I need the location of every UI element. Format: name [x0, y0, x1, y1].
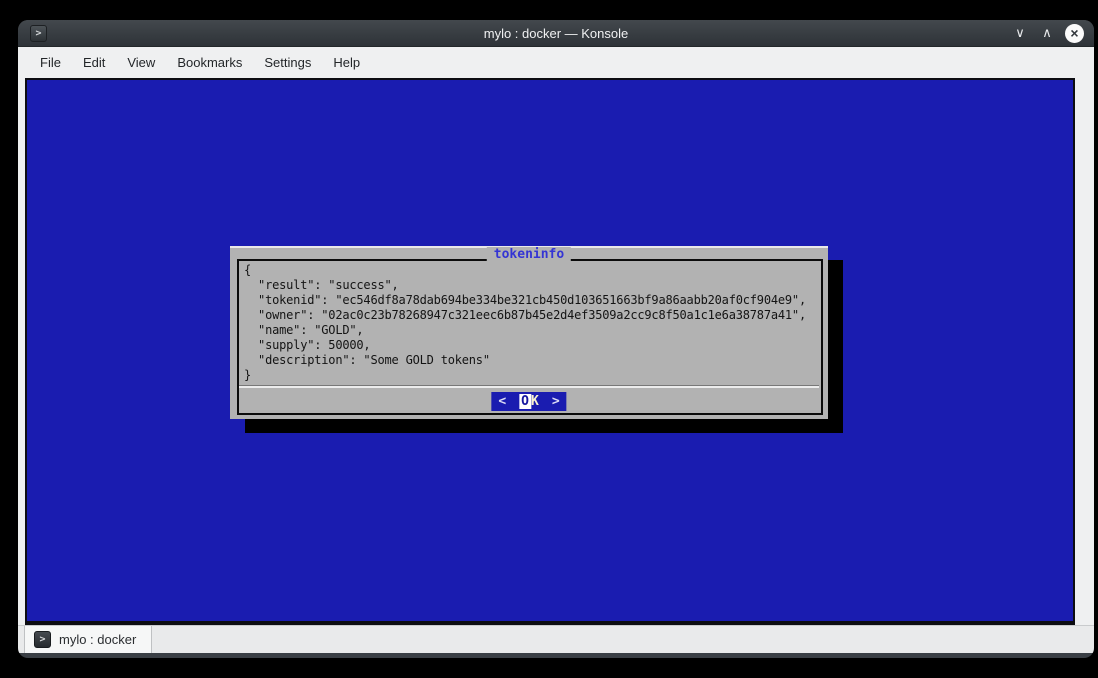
terminal-scrollbar[interactable]: [1075, 78, 1094, 625]
terminal-container: tokeninfo { "result": "success", "tokeni…: [18, 78, 1094, 625]
ok-button[interactable]: < O K >: [491, 392, 566, 411]
minimize-button[interactable]: ∨: [1011, 24, 1029, 42]
konsole-tab-icon: >: [34, 631, 51, 648]
tokeninfo-dialog: tokeninfo { "result": "success", "tokeni…: [230, 246, 828, 419]
menu-help[interactable]: Help: [322, 55, 371, 70]
menu-view[interactable]: View: [116, 55, 166, 70]
tab-label: mylo : docker: [59, 632, 136, 647]
json-line-supply: "supply": 50000,: [244, 338, 818, 353]
json-line-name: "name": "GOLD",: [244, 323, 818, 338]
json-line-owner: "owner": "02ac0c23b78268947c321eec6b87b4…: [244, 308, 818, 323]
window-title: mylo : docker — Konsole: [18, 26, 1094, 41]
dialog-json-output: { "result": "success", "tokenid": "ec546…: [244, 263, 818, 383]
title-bar[interactable]: > mylo : docker — Konsole ∨ ∧ ×: [18, 20, 1094, 47]
menu-bar: File Edit View Bookmarks Settings Help: [18, 47, 1094, 78]
menu-file[interactable]: File: [29, 55, 72, 70]
tab-bar: > mylo : docker: [18, 625, 1094, 653]
menu-settings[interactable]: Settings: [253, 55, 322, 70]
json-line: }: [244, 368, 818, 383]
window-controls: ∨ ∧ ×: [1011, 24, 1084, 43]
dialog-title: tokeninfo: [487, 247, 571, 262]
ok-label-rest: K: [531, 394, 539, 409]
ok-right-bracket: >: [552, 394, 560, 409]
konsole-window-icon: >: [30, 25, 47, 42]
close-button[interactable]: ×: [1065, 24, 1084, 43]
konsole-window: > mylo : docker — Konsole ∨ ∧ × File Edi…: [18, 20, 1094, 658]
ok-left-bracket: <: [498, 394, 506, 409]
menu-bookmarks[interactable]: Bookmarks: [166, 55, 253, 70]
dialog-button-separator: [239, 385, 819, 388]
json-line-description: "description": "Some GOLD tokens": [244, 353, 818, 368]
json-line: {: [244, 263, 818, 278]
json-line-result: "result": "success",: [244, 278, 818, 293]
json-line-tokenid: "tokenid": "ec546df8a78dab694be334be321c…: [244, 293, 818, 308]
menu-edit[interactable]: Edit: [72, 55, 116, 70]
maximize-button[interactable]: ∧: [1038, 24, 1056, 42]
ok-key-letter: O: [519, 394, 531, 409]
tab-mylo-docker[interactable]: > mylo : docker: [24, 626, 152, 653]
terminal-screen[interactable]: tokeninfo { "result": "success", "tokeni…: [25, 78, 1075, 625]
